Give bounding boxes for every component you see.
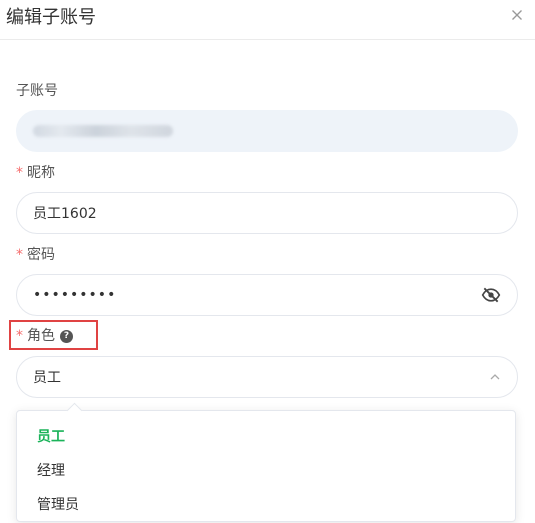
account-value-masked: [33, 125, 173, 137]
required-mark: *: [16, 165, 23, 181]
dialog-title: 编辑子账号: [6, 7, 96, 28]
dialog-header: 编辑子账号: [0, 0, 535, 40]
eye-off-icon[interactable]: [481, 285, 501, 305]
account-label: 子账号: [16, 82, 58, 100]
account-field: [16, 110, 518, 152]
role-dropdown: 员工 经理 管理员: [16, 402, 516, 522]
nickname-input[interactable]: [33, 205, 501, 221]
close-icon[interactable]: [509, 7, 525, 23]
chevron-up-icon: [490, 374, 500, 380]
password-label: * 密码: [16, 246, 55, 264]
account-label-text: 子账号: [16, 83, 58, 99]
role-select[interactable]: 员工: [16, 356, 518, 398]
role-highlight-box: [9, 320, 98, 350]
password-label-text: 密码: [27, 247, 55, 263]
password-input[interactable]: •••••••••: [33, 287, 481, 303]
role-select-value: 员工: [33, 370, 61, 386]
nickname-label: * 昵称: [16, 164, 55, 182]
role-option-manager[interactable]: 经理: [17, 453, 515, 487]
dropdown-arrow: [66, 402, 83, 419]
role-option-employee[interactable]: 员工: [17, 419, 515, 453]
password-field[interactable]: •••••••••: [16, 274, 518, 316]
role-option-admin[interactable]: 管理员: [17, 487, 515, 521]
required-mark: *: [16, 247, 23, 263]
nickname-field[interactable]: [16, 192, 518, 234]
nickname-label-text: 昵称: [27, 165, 55, 181]
